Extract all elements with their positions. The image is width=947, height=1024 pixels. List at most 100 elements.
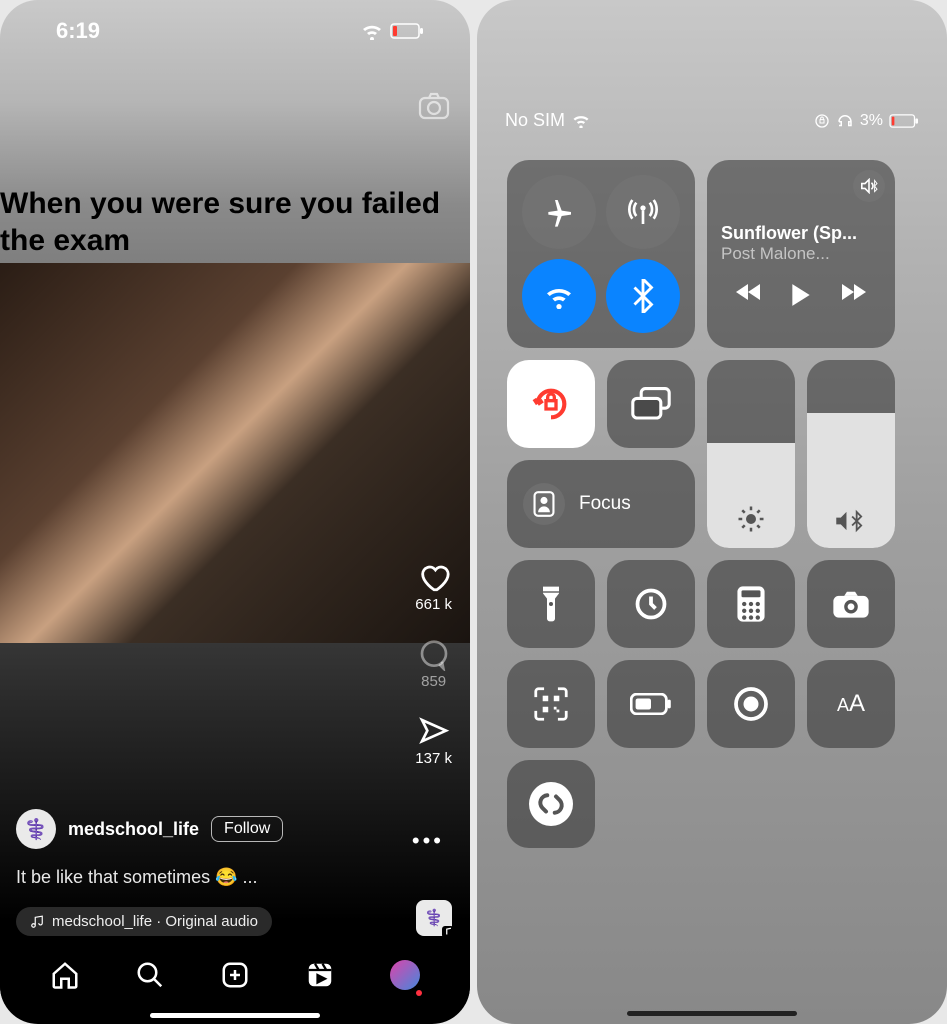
screen-recording-button[interactable] [707,660,795,748]
author-row[interactable]: ⚕️ medschool_life Follow [16,809,283,849]
text-size-button[interactable]: AA [807,660,895,748]
backward-icon [734,282,762,302]
orientation-lock-toggle[interactable] [507,360,595,448]
share-icon [418,716,450,748]
bottom-nav [0,946,470,1004]
reel-actions: 661 k 859 137 k [415,560,452,767]
follow-button[interactable]: Follow [211,816,283,842]
more-button[interactable]: ••• [412,828,444,854]
like-count: 661 k [415,596,452,613]
shazam-button[interactable] [507,760,595,848]
audio-pill[interactable]: medschool_life · Original audio [16,907,272,936]
camera-button[interactable] [807,560,895,648]
text-size-label: AA [837,690,865,718]
plus-square-icon [220,960,250,990]
instagram-reel-screen: 6:19 When you were sure you failed the e… [0,0,470,1024]
calculator-button[interactable] [707,560,795,648]
status-bar: 6:19 [0,18,470,44]
camera-icon[interactable] [418,92,450,120]
cellular-data-toggle[interactable] [606,175,680,249]
reels-icon [305,960,335,990]
track-title: Sunflower (Sp... [721,223,881,244]
timer-icon [633,586,669,622]
brightness-icon [736,504,766,534]
meme-line-1: When you were sure you failed the exam [0,186,460,259]
next-track-button[interactable] [840,282,868,308]
airplane-icon [543,196,575,228]
shazam-icon [536,789,566,819]
rotation-lock-icon [531,384,571,424]
focus-icon-circle [523,483,565,525]
antenna-icon [627,196,659,228]
orientation-lock-status-icon [814,113,830,129]
headphones-icon [836,112,854,130]
music-note-icon [30,915,44,929]
audio-thumbnail[interactable]: ⚕️ [416,900,452,936]
wifi-icon [543,283,575,309]
now-playing-tile[interactable]: Sunflower (Sp... Post Malone... [707,160,895,348]
calculator-icon [736,585,766,623]
bluetooth-toggle[interactable] [606,259,680,333]
music-badge-icon [442,926,454,938]
prev-track-button[interactable] [734,282,762,308]
audio-label: medschool_life · Original audio [52,913,258,930]
wifi-toggle[interactable] [522,259,596,333]
home-indicator[interactable] [150,1013,320,1018]
track-artist: Post Malone... [721,244,881,264]
comment-count: 859 [421,673,446,690]
wifi-icon [571,113,591,128]
avatar[interactable]: ⚕️ [16,809,56,849]
volume-bluetooth-icon [834,508,868,534]
status-bar: No SIM 3% [477,110,947,131]
focus-button[interactable]: Focus [507,460,695,548]
screen-mirroring-button[interactable] [607,360,695,448]
status-icons [360,18,424,44]
playback-controls [721,282,881,308]
connectivity-group [507,160,695,348]
focus-label: Focus [579,493,631,515]
nav-profile[interactable] [390,960,420,990]
wifi-icon [360,22,384,40]
home-indicator[interactable] [627,1011,797,1016]
battery-percent: 3% [860,112,883,130]
play-button[interactable] [790,282,812,308]
speaker-bluetooth-icon [859,178,879,194]
flashlight-icon [540,584,562,624]
brightness-slider[interactable] [707,360,795,548]
search-icon [135,960,165,990]
like-button[interactable]: 661 k [415,560,452,613]
status-time: 6:19 [56,18,100,44]
nav-home[interactable] [50,960,80,990]
qr-code-icon [533,686,569,722]
camera-icon [832,589,870,619]
nav-reels[interactable] [305,960,335,990]
play-icon [790,282,812,308]
reel-caption: It be like that sometimes 😂 ... [16,867,258,888]
nav-create[interactable] [220,960,250,990]
forward-icon [840,282,868,302]
battery-icon [630,693,672,715]
username[interactable]: medschool_life [68,819,199,840]
volume-slider[interactable] [807,360,895,548]
airplane-mode-toggle[interactable] [522,175,596,249]
carrier-label: No SIM [505,110,565,131]
home-icon [50,960,80,990]
reel-video-frame[interactable] [0,263,470,643]
flashlight-button[interactable] [507,560,595,648]
timer-button[interactable] [607,560,695,648]
ios-control-center: No SIM 3% Sunflower (Sp... Post Malone..… [477,0,947,1024]
qr-scanner-button[interactable] [507,660,595,748]
low-power-mode-toggle[interactable] [607,660,695,748]
airplay-audio-button[interactable] [853,170,885,202]
bluetooth-icon [632,279,654,313]
battery-low-icon [889,114,919,128]
battery-low-icon [390,23,424,39]
record-icon [733,686,769,722]
share-button[interactable]: 137 k [415,716,452,767]
control-center-grid: Sunflower (Sp... Post Malone... Focus [507,160,917,848]
heart-icon [417,560,451,594]
nav-search[interactable] [135,960,165,990]
screen-mirroring-icon [630,387,672,421]
share-count: 137 k [415,750,452,767]
comment-button[interactable]: 859 [418,639,450,690]
